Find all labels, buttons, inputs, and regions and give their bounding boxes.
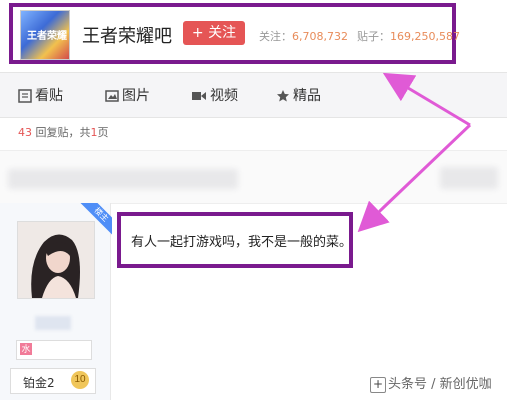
annotation-arrows bbox=[357, 72, 472, 233]
arrow-to-header bbox=[382, 72, 471, 127]
arrow-to-post bbox=[357, 123, 472, 233]
watermark-text: 头条号 / 新创优咖 bbox=[388, 377, 492, 392]
plus-icon: + bbox=[370, 377, 386, 393]
watermark: + 头条号 / 新创优咖 bbox=[370, 373, 492, 393]
